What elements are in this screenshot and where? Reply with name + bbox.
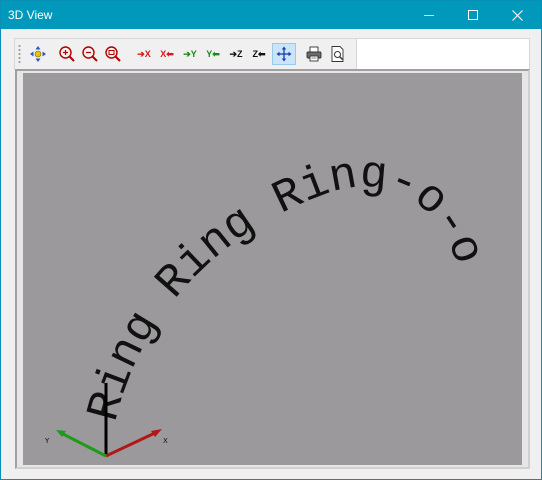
3d-scene: Ring Ring Ring-o-o X Y <box>44 148 494 458</box>
axis-triad: X Y <box>44 383 168 458</box>
view-neg-y-button[interactable]: Y ⬅ <box>203 43 223 65</box>
y-axis-line <box>60 431 107 458</box>
view-pos-x-label: X <box>144 49 151 59</box>
arrow-left-icon: ⬅ <box>257 49 266 59</box>
print-button[interactable] <box>303 43 325 65</box>
view-neg-z-button[interactable]: Z ⬅ <box>249 43 269 65</box>
maximize-button[interactable] <box>457 1 489 29</box>
arrow-right-icon: ➔ <box>229 49 238 59</box>
rotate-button[interactable] <box>272 43 296 65</box>
maximize-icon <box>468 10 478 20</box>
x-axis-label: X <box>163 437 168 445</box>
curved-3d-text: Ring Ring Ring-o-o <box>78 148 494 426</box>
zoom-fit-icon <box>105 46 121 62</box>
view-pos-y-label: Y <box>190 49 197 59</box>
view-pos-y-button[interactable]: ➔ Y <box>180 43 200 65</box>
arrow-right-icon: ➔ <box>137 49 145 59</box>
x-axis-line <box>105 430 158 458</box>
zoom-out-icon <box>82 46 98 62</box>
rotate-icon <box>276 46 292 62</box>
zoom-in-button[interactable] <box>56 43 78 65</box>
window-title: 3D View <box>8 8 53 22</box>
printer-icon <box>306 46 322 62</box>
print-preview-button[interactable] <box>327 43 349 65</box>
view-pos-x-button[interactable]: ➔ X <box>134 43 154 65</box>
pan-arrows-icon <box>30 46 46 62</box>
title-bar[interactable]: 3D View <box>1 1 541 29</box>
pan-button[interactable] <box>27 43 49 65</box>
arrow-right-icon: ➔ <box>183 49 191 59</box>
view-pos-z-label: Z <box>237 49 243 59</box>
3d-view-window: 3D View ➔ X X ⬅ ➔ Y Y ⬅ ➔ Z Z ⬅ Ring Rin… <box>0 0 542 480</box>
zoom-fit-button[interactable] <box>102 43 124 65</box>
view-neg-x-button[interactable]: X ⬅ <box>157 43 177 65</box>
close-icon <box>511 9 523 21</box>
toolbar-area: ➔ X X ⬅ ➔ Y Y ⬅ ➔ Z Z ⬅ <box>14 38 531 70</box>
arrow-left-icon: ⬅ <box>166 49 174 59</box>
3d-viewport[interactable]: Ring Ring Ring-o-o X Y <box>23 73 522 465</box>
toolbar-empty-area <box>357 38 530 70</box>
zoom-in-icon <box>59 46 75 62</box>
x-axis-arrowhead <box>151 429 162 437</box>
arrow-left-icon: ⬅ <box>212 49 220 59</box>
y-axis-label: Y <box>44 437 50 445</box>
view-pos-z-button[interactable]: ➔ Z <box>226 43 246 65</box>
toolbar-grip[interactable] <box>18 44 21 64</box>
curved-3d-text-path: Ring Ring Ring-o-o <box>78 148 494 426</box>
close-button[interactable] <box>501 1 533 29</box>
minimize-icon <box>424 15 434 16</box>
print-preview-icon <box>331 46 344 62</box>
minimize-button[interactable] <box>413 1 445 29</box>
zoom-out-button[interactable] <box>79 43 101 65</box>
view-toolbar: ➔ X X ⬅ ➔ Y Y ⬅ ➔ Z Z ⬅ <box>14 38 357 70</box>
